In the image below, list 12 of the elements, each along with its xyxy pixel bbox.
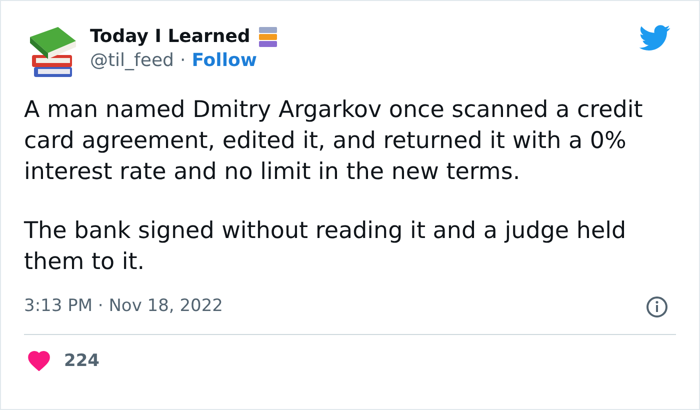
info-icon[interactable] <box>646 296 668 318</box>
separator: · <box>180 49 186 73</box>
like-count: 224 <box>64 350 100 372</box>
tweet-text: The bank signed without reading it and a judge held them to it. <box>24 217 628 277</box>
author-name: Today I Learned <box>90 25 250 49</box>
author-handle: @til_feed <box>90 49 174 73</box>
tweet-text: A man named Dmitry Argarkov once scanned a credit card agreement, edited it, and returned it with a 0% interest rate and no limit in the new terms. <box>24 96 644 187</box>
heart-icon[interactable] <box>28 351 50 372</box>
timestamp: 3:13 PM · Nov 18, 2022 <box>24 295 223 318</box>
follow-link[interactable]: Follow <box>192 49 257 73</box>
books-icon <box>258 26 278 48</box>
bird-icon <box>639 25 671 51</box>
